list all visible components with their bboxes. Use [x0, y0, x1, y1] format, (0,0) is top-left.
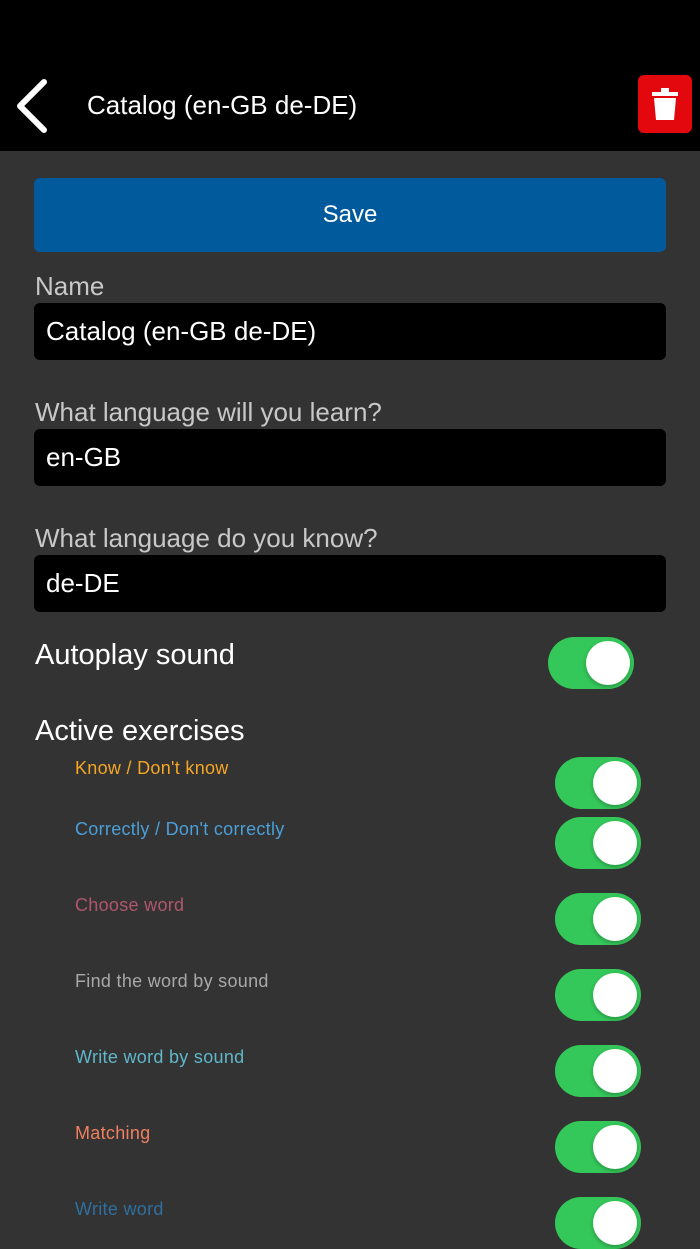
toggle-knob	[593, 973, 637, 1017]
autoplay-label: Autoplay sound	[35, 639, 235, 671]
know-language-label: What language do you know?	[35, 523, 378, 553]
save-button[interactable]: Save	[34, 178, 666, 252]
exercise-label: Matching	[75, 1123, 151, 1143]
name-label: Name	[35, 271, 105, 301]
learn-language-label: What language will you learn?	[35, 397, 382, 427]
toggle-knob	[593, 1201, 637, 1245]
exercise-toggle[interactable]	[555, 757, 641, 809]
toggle-knob	[593, 1049, 637, 1093]
exercise-label: Find the word by sound	[75, 971, 269, 991]
toggle-knob	[586, 641, 630, 685]
chevron-left-icon	[17, 79, 47, 133]
autoplay-toggle[interactable]	[548, 637, 634, 689]
settings-content: Save Name Catalog (en-GB de-DE) What lan…	[0, 151, 700, 1249]
exercise-label: Know / Don't know	[75, 758, 229, 778]
toggle-knob	[593, 821, 637, 865]
exercise-toggle[interactable]	[555, 817, 641, 869]
exercise-label: Correctly / Don't correctly	[75, 819, 285, 839]
exercise-toggle[interactable]	[555, 1197, 641, 1249]
know-language-field[interactable]: de-DE	[34, 555, 666, 612]
exercise-toggle[interactable]	[555, 1121, 641, 1173]
exercise-toggle[interactable]	[555, 1045, 641, 1097]
trash-icon	[652, 88, 678, 120]
back-button[interactable]	[12, 76, 58, 136]
exercise-label: Choose word	[75, 895, 185, 915]
toggle-knob	[593, 1125, 637, 1169]
exercise-label: Write word by sound	[75, 1047, 245, 1067]
page-title: Catalog (en-GB de-DE)	[87, 90, 358, 120]
learn-language-field[interactable]: en-GB	[34, 429, 666, 486]
exercise-label: Write word	[75, 1199, 164, 1219]
active-exercises-title: Active exercises	[35, 715, 245, 747]
delete-button[interactable]	[638, 75, 692, 133]
toggle-knob	[593, 897, 637, 941]
header-bar: Catalog (en-GB de-DE)	[0, 0, 700, 151]
exercise-toggle[interactable]	[555, 969, 641, 1021]
exercise-toggle[interactable]	[555, 893, 641, 945]
name-field[interactable]: Catalog (en-GB de-DE)	[34, 303, 666, 360]
toggle-knob	[593, 761, 637, 805]
